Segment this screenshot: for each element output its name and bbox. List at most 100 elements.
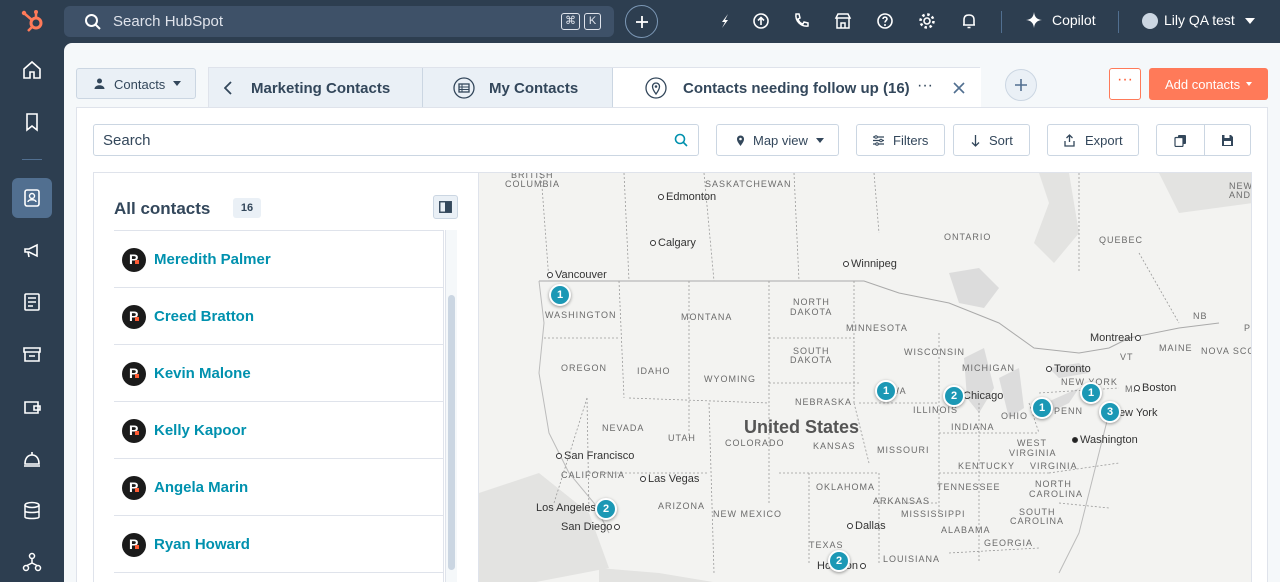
region-label: ONTARIO [944, 232, 992, 242]
marketing-megaphone-icon[interactable] [22, 241, 42, 261]
list-scrollbar[interactable] [445, 230, 457, 582]
nav-divider [1118, 11, 1119, 33]
contacts-list-panel: All contacts 16 P Meredith Palmer P Creed … [93, 172, 478, 582]
region-label: GEORGIA [984, 538, 1034, 548]
city-label: Calgary [650, 237, 696, 249]
region-label: MINNESOTA [846, 323, 908, 333]
region-label: MISSISSIPPI [901, 509, 966, 519]
list-count-badge: 16 [233, 198, 261, 218]
city-label: Chicago [963, 390, 1004, 402]
list-item[interactable]: P Angela Marin [114, 458, 444, 515]
app-store-icon[interactable] [834, 12, 852, 30]
list-item[interactable]: P Kelly Kapoor [114, 401, 444, 458]
copilot-button[interactable]: Copilot [1026, 12, 1096, 31]
contacts-map[interactable]: BRITISH COLUMBIA SASKATCHEWAN ONTARIO QU… [478, 172, 1252, 582]
tab-options-button[interactable]: ··· [917, 77, 933, 95]
contact-name-link[interactable]: Ryan Howard [154, 536, 250, 553]
shortcut-k-key: K [584, 13, 601, 30]
chevron-left-icon [224, 81, 232, 95]
tab-label: Marketing Contacts [251, 80, 391, 97]
settings-gear-icon[interactable] [918, 12, 936, 30]
upgrade-icon[interactable] [716, 12, 734, 30]
contacts-icon[interactable] [22, 188, 42, 208]
user-name: Lily QA test [1164, 12, 1235, 28]
tab-my-contacts[interactable]: My Contacts [423, 68, 613, 108]
country-label: United States [744, 417, 860, 437]
region-label: NORTH [793, 297, 830, 307]
contact-name-link[interactable]: Creed Bratton [154, 308, 254, 325]
duplicate-icon[interactable] [1174, 134, 1187, 147]
region-label: ARKANSAS [873, 496, 931, 506]
map-cluster-toronto[interactable]: 1 [1080, 382, 1102, 404]
sort-arrow-icon [971, 135, 980, 147]
person-icon [94, 78, 105, 89]
map-cluster-iowa[interactable]: 1 [875, 380, 897, 402]
list-item[interactable] [114, 572, 444, 582]
contact-name-link[interactable]: Kevin Malone [154, 365, 251, 382]
region-label: COLUMBIA [505, 179, 561, 189]
add-view-button[interactable] [1005, 69, 1037, 101]
region-label: ALABAMA [941, 525, 991, 535]
commerce-icon[interactable] [22, 344, 42, 364]
contact-name-link[interactable]: Kelly Kapoor [154, 422, 247, 439]
add-contacts-button[interactable]: Add contacts [1149, 68, 1268, 100]
data-management-icon[interactable] [22, 501, 42, 521]
city-label: Dallas [847, 520, 886, 532]
notifications-bell-icon[interactable] [960, 12, 978, 30]
map-cluster-new-york[interactable]: 3 [1099, 401, 1121, 423]
automation-icon[interactable] [22, 552, 42, 572]
sort-button[interactable]: Sort [953, 124, 1030, 156]
service-icon[interactable] [22, 449, 42, 469]
city-label: Edmonton [658, 191, 716, 203]
region-label: OREGON [561, 363, 608, 373]
map-cluster-los-angeles[interactable]: 2 [595, 498, 617, 520]
save-view-icon[interactable] [1221, 134, 1234, 147]
region-label: AND [1229, 190, 1252, 200]
list-item[interactable]: P Creed Bratton [114, 287, 444, 344]
collapse-panel-button[interactable] [433, 195, 458, 219]
tab-contacts-needing-follow-up[interactable]: Contacts needing follow up (16) ··· [613, 68, 981, 109]
account-menu[interactable]: Lily QA test [1142, 12, 1255, 30]
home-icon[interactable] [22, 60, 42, 80]
sales-wallet-icon[interactable] [22, 397, 42, 417]
map-cluster-houston[interactable]: 2 [828, 550, 850, 572]
city-label: Winnipeg [843, 258, 897, 270]
map-cluster-ohio[interactable]: 1 [1031, 397, 1053, 419]
tab-marketing-contacts[interactable]: Marketing Contacts [249, 68, 423, 108]
map-view-dropdown[interactable]: Map view [716, 124, 839, 156]
map-pin-icon [645, 77, 667, 99]
region-label: CALIFORNIA [561, 470, 626, 480]
content-icon[interactable] [22, 292, 42, 312]
region-label: ARIZONA [658, 501, 706, 511]
record-search-input[interactable]: Search [93, 124, 699, 156]
search-icon [85, 14, 101, 30]
contact-name-link[interactable]: Meredith Palmer [154, 251, 271, 268]
help-icon[interactable] [876, 12, 894, 30]
list-item[interactable]: P Ryan Howard [114, 515, 444, 572]
calling-icon[interactable] [792, 12, 810, 30]
list-item[interactable]: P Kevin Malone [114, 344, 444, 401]
object-selector-label: Contacts [114, 77, 166, 92]
export-button[interactable]: Export [1047, 124, 1139, 156]
contact-name-link[interactable]: Angela Marin [154, 479, 248, 496]
scrollbar-thumb[interactable] [448, 295, 455, 570]
filters-button[interactable]: Filters [856, 124, 945, 156]
region-label: NB [1193, 311, 1208, 321]
object-selector-button[interactable]: Contacts [76, 68, 196, 99]
search-icon [674, 133, 688, 147]
hubspot-logo-icon[interactable] [20, 8, 46, 34]
create-new-button[interactable] [625, 5, 658, 38]
list-item[interactable]: P Meredith Palmer [114, 230, 444, 287]
city-label: Montreal [1090, 332, 1143, 344]
global-search-placeholder: Search HubSpot [113, 13, 224, 30]
map-cluster-chicago[interactable]: 2 [943, 385, 965, 407]
global-search[interactable]: Search HubSpot ⌘ K [64, 6, 614, 37]
bookmark-icon[interactable] [22, 112, 42, 132]
region-label: CAROLINA [1029, 489, 1084, 499]
tabs-scroll-left-button[interactable] [209, 68, 249, 108]
marketplace-icon[interactable] [752, 12, 770, 30]
region-label: WYOMING [704, 374, 756, 384]
more-actions-button[interactable]: ··· [1109, 68, 1141, 100]
close-icon[interactable] [953, 82, 965, 94]
map-cluster-vancouver[interactable]: 1 [549, 284, 571, 306]
